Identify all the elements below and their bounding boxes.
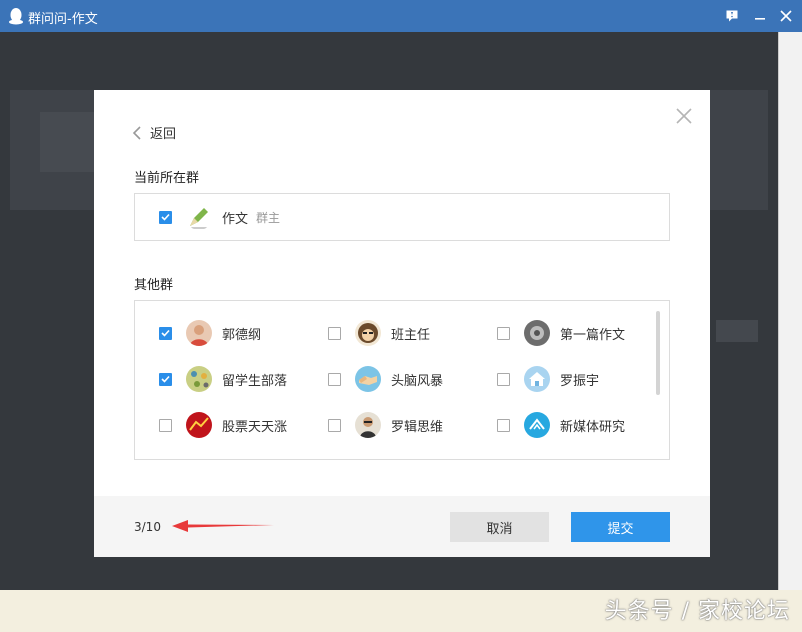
group-checkbox[interactable] xyxy=(328,326,341,340)
cartoon-avatar xyxy=(355,320,381,346)
dialog-close-icon[interactable] xyxy=(675,107,693,125)
group-checkbox[interactable] xyxy=(328,418,341,432)
other-groups-box: 郭德纲 班主任 第一篇作文 留学生部落 头脑风暴 罗振宇 股票天天涨 罗辑思维 … xyxy=(134,300,670,460)
group-checkbox[interactable] xyxy=(159,418,172,432)
group-name: 头脑风暴 xyxy=(391,373,444,389)
current-group-box: 作文 群主 xyxy=(134,193,670,241)
chevron-left-icon xyxy=(132,125,141,140)
group-checkbox[interactable] xyxy=(497,418,510,432)
grey-avatar xyxy=(524,320,550,346)
group-checkbox[interactable] xyxy=(159,372,172,386)
group-checkbox[interactable] xyxy=(159,326,172,340)
group-name: 留学生部落 xyxy=(222,373,288,389)
feedback-button[interactable] xyxy=(720,4,744,28)
group-item[interactable]: 罗辑思维 xyxy=(328,412,443,438)
handshake-avatar xyxy=(355,366,381,392)
group-item[interactable]: 班主任 xyxy=(328,320,430,346)
group-item[interactable]: 股票天天涨 xyxy=(159,412,287,438)
blue-logo-avatar xyxy=(524,412,550,438)
close-window-button[interactable] xyxy=(774,4,798,28)
forward-to-groups-dialog: 返回 当前所在群 作文 群主 其他群 郭德纲 班主任 第一篇作文 留学生部落 头… xyxy=(94,90,710,557)
back-button[interactable]: 返回 xyxy=(132,123,176,142)
current-group-row[interactable]: 作文 群主 xyxy=(159,204,280,230)
group-item[interactable]: 头脑风暴 xyxy=(328,366,443,392)
background-thumbnail xyxy=(40,112,100,172)
portrait-avatar xyxy=(355,412,381,438)
group-name: 班主任 xyxy=(391,327,431,343)
window-scrollbar[interactable] xyxy=(778,32,802,590)
group-name: 新媒体研究 xyxy=(560,419,626,435)
red-arrow-annotation xyxy=(172,520,274,532)
minimize-button[interactable] xyxy=(748,4,772,28)
group-checkbox[interactable] xyxy=(328,372,341,386)
selection-count: 3/10 xyxy=(134,520,161,534)
group-list-scrollbar[interactable] xyxy=(656,311,660,395)
current-group-checkbox[interactable] xyxy=(159,210,172,224)
person-avatar xyxy=(186,320,212,346)
group-checkbox[interactable] xyxy=(497,372,510,386)
pattern-avatar xyxy=(186,366,212,392)
group-name: 罗振宇 xyxy=(560,373,600,389)
group-item[interactable]: 第一篇作文 xyxy=(497,320,625,346)
feedback-icon xyxy=(726,10,738,22)
window-title: 群问问-作文 xyxy=(28,12,98,27)
group-name: 股票天天涨 xyxy=(222,419,288,435)
group-item[interactable]: 罗振宇 xyxy=(497,366,599,392)
pen-icon xyxy=(186,204,212,230)
group-item[interactable]: 郭德纲 xyxy=(159,320,261,346)
cancel-button[interactable]: 取消 xyxy=(450,512,549,542)
watermark: 头条号 / 家校论坛 xyxy=(604,599,790,624)
current-group-section-title: 当前所在群 xyxy=(134,171,200,186)
background-button xyxy=(716,320,758,342)
group-name: 郭德纲 xyxy=(222,327,262,343)
other-groups-section-title: 其他群 xyxy=(134,278,174,293)
title-bar: 群问问-作文 xyxy=(0,0,802,32)
group-name: 罗辑思维 xyxy=(391,419,444,435)
minimize-icon xyxy=(755,18,765,20)
qq-penguin-icon xyxy=(9,8,23,25)
group-name: 第一篇作文 xyxy=(560,327,626,343)
group-owner-badge: 群主 xyxy=(256,210,281,225)
back-label: 返回 xyxy=(150,127,177,142)
submit-button[interactable]: 提交 xyxy=(571,512,670,542)
dialog-footer: 3/10 取消 提交 xyxy=(94,496,710,557)
current-group-name: 作文 xyxy=(222,211,249,227)
red-avatar xyxy=(186,412,212,438)
home-avatar xyxy=(524,366,550,392)
group-item[interactable]: 新媒体研究 xyxy=(497,412,625,438)
close-icon xyxy=(780,10,792,22)
group-item[interactable]: 留学生部落 xyxy=(159,366,287,392)
group-checkbox[interactable] xyxy=(497,326,510,340)
